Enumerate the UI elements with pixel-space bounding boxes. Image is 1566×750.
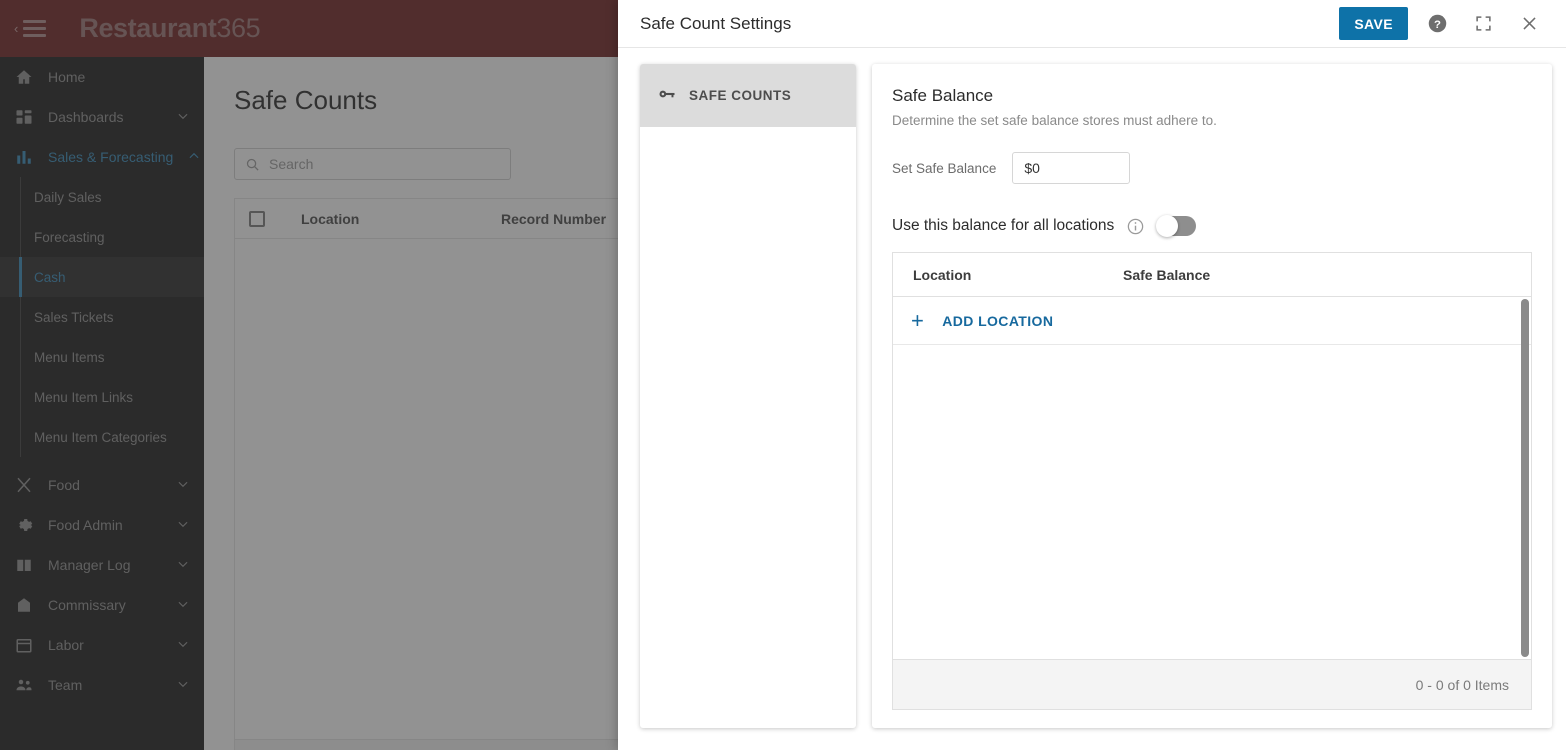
grid-column-header-location[interactable]: Location [913, 267, 1123, 283]
use-balance-all-locations-toggle[interactable] [1156, 215, 1197, 237]
locations-grid: Location Safe Balance + ADD LOCATION 0 -… [892, 252, 1532, 710]
modal-body: SAFE COUNTS Safe Balance Determine the s… [618, 48, 1566, 750]
modal-side-panel: SAFE COUNTS [640, 64, 856, 728]
info-icon[interactable] [1126, 217, 1145, 236]
use-balance-all-locations-label: Use this balance for all locations [892, 217, 1115, 234]
set-safe-balance-input[interactable] [1012, 152, 1131, 184]
set-safe-balance-label: Set Safe Balance [892, 160, 997, 176]
fullscreen-icon[interactable] [1466, 7, 1500, 41]
modal-main-panel: Safe Balance Determine the set safe bala… [872, 64, 1552, 728]
help-circle-icon[interactable]: ? [1420, 7, 1454, 41]
grid-footer: 0 - 0 of 0 Items [893, 659, 1531, 709]
save-button[interactable]: SAVE [1339, 7, 1408, 40]
svg-text:?: ? [1434, 19, 1441, 31]
grid-item-count: 0 - 0 of 0 Items [1415, 676, 1509, 693]
plus-icon: + [911, 307, 925, 333]
toggle-knob [1156, 215, 1179, 237]
key-icon [658, 85, 676, 106]
grid-scrollbar[interactable] [1521, 297, 1529, 659]
add-location-button[interactable]: + ADD LOCATION [893, 297, 1531, 345]
modal-title: Safe Count Settings [640, 13, 792, 33]
grid-header-row: Location Safe Balance [893, 253, 1531, 297]
grid-scrollbar-thumb[interactable] [1521, 299, 1529, 657]
section-title: Safe Balance [892, 86, 994, 105]
set-safe-balance-row: Set Safe Balance [892, 152, 1532, 184]
grid-body: + ADD LOCATION [893, 297, 1531, 659]
side-tab-label: SAFE COUNTS [689, 88, 792, 103]
section-subtitle: Determine the set safe balance stores mu… [892, 113, 1217, 128]
grid-column-header-safe-balance[interactable]: Safe Balance [1123, 267, 1353, 283]
side-tab-safe-counts[interactable]: SAFE COUNTS [640, 64, 856, 127]
use-balance-all-locations-row: Use this balance for all locations [892, 215, 1532, 237]
safe-count-settings-modal: Safe Count Settings SAVE ? SAFE COUNTS S… [618, 0, 1566, 750]
modal-header: Safe Count Settings SAVE ? [618, 0, 1566, 48]
close-icon[interactable] [1512, 7, 1546, 41]
add-location-label: ADD LOCATION [942, 312, 1054, 329]
